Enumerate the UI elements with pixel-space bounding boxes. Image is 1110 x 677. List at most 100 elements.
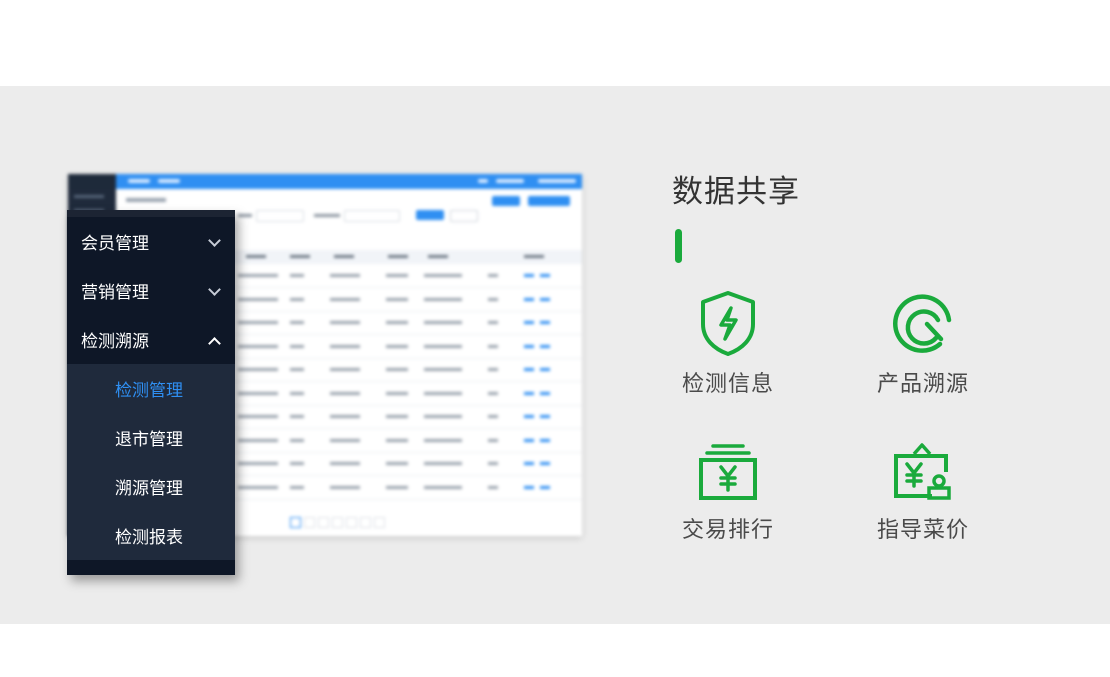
screenshot-column-header bbox=[388, 255, 408, 258]
chevron-down-icon bbox=[208, 283, 221, 296]
screenshot-cell bbox=[386, 462, 408, 465]
screenshot-filter-field bbox=[344, 210, 400, 222]
screenshot-cell bbox=[238, 344, 278, 348]
screenshot-cell bbox=[238, 391, 278, 395]
screenshot-cell bbox=[488, 344, 498, 348]
screenshot-row-link bbox=[540, 274, 550, 277]
screenshot-cell bbox=[290, 438, 304, 442]
screenshot-cell bbox=[488, 297, 498, 301]
screenshot-topbar-item bbox=[478, 179, 488, 183]
screenshot-row-link bbox=[524, 391, 534, 395]
screenshot-cell bbox=[386, 297, 408, 301]
menu-item-marketing[interactable]: 营销管理 bbox=[67, 266, 235, 315]
menu-footer bbox=[67, 560, 235, 575]
menu-item-label: 检测溯源 bbox=[81, 332, 149, 352]
screenshot-cell bbox=[290, 274, 304, 277]
screenshot-row-link bbox=[524, 415, 534, 418]
submenu-item-delisting-management[interactable]: 退市管理 bbox=[67, 413, 235, 462]
screenshot-cell bbox=[330, 485, 360, 489]
screenshot-cell bbox=[290, 297, 304, 301]
screenshot-row-link bbox=[540, 485, 550, 489]
screenshot-cell bbox=[386, 321, 408, 324]
screenshot-cell bbox=[290, 368, 304, 371]
screenshot-cell bbox=[330, 415, 360, 418]
screenshot-row-link bbox=[540, 438, 550, 442]
title-accent-bar bbox=[675, 229, 682, 263]
screenshot-cell bbox=[238, 438, 278, 442]
screenshot-page bbox=[360, 517, 371, 528]
screenshot-cell bbox=[488, 462, 498, 465]
screenshot-cell bbox=[238, 274, 278, 277]
screenshot-cell bbox=[238, 321, 278, 324]
screenshot-cell bbox=[386, 391, 408, 395]
screenshot-page bbox=[304, 517, 315, 528]
screenshot-cell bbox=[386, 344, 408, 348]
feature-label: 交易排行 bbox=[681, 518, 774, 543]
screenshot-topbar-item bbox=[538, 179, 576, 183]
menu-item-label: 营销管理 bbox=[81, 283, 149, 303]
screenshot-cell bbox=[386, 368, 408, 371]
submenu-item-trace-management[interactable]: 溯源管理 bbox=[67, 462, 235, 511]
screenshot-cell bbox=[238, 485, 278, 489]
screenshot-cell bbox=[330, 368, 360, 371]
screenshot-cell bbox=[424, 391, 462, 395]
submenu-item-label: 溯源管理 bbox=[115, 479, 183, 499]
price-bag-icon bbox=[894, 443, 951, 500]
screenshot-cell bbox=[424, 462, 462, 465]
sidebar-menu: 会员管理 营销管理 检测溯源 检测管理 退市管理 溯源管理 检测报表 bbox=[67, 210, 235, 575]
screenshot-cell bbox=[330, 321, 360, 324]
screenshot-page bbox=[332, 517, 343, 528]
screenshot-nav-line bbox=[74, 195, 104, 198]
menu-item-inspection-trace[interactable]: 检测溯源 bbox=[67, 315, 235, 364]
submenu-item-inspection-report[interactable]: 检测报表 bbox=[67, 511, 235, 560]
screenshot-row-link bbox=[524, 368, 534, 371]
screenshot-cell bbox=[330, 462, 360, 465]
screenshot-row-link bbox=[524, 438, 534, 442]
screenshot-cell bbox=[290, 391, 304, 395]
screenshot-cell bbox=[386, 438, 408, 442]
screenshot-page bbox=[318, 517, 329, 528]
screenshot-column-header bbox=[246, 255, 266, 258]
screenshot-row-link bbox=[540, 415, 550, 418]
screenshot-button bbox=[450, 210, 478, 222]
screenshot-column-header bbox=[334, 255, 354, 258]
screenshot-button bbox=[416, 210, 444, 220]
screenshot-cell bbox=[386, 415, 408, 418]
screenshot-cell bbox=[238, 415, 278, 418]
menu-item-label: 会员管理 bbox=[81, 234, 149, 254]
screenshot-row-link bbox=[524, 344, 534, 348]
feature-trade-ranking: 交易排行 bbox=[658, 442, 798, 544]
screenshot-row-link bbox=[524, 297, 534, 301]
menu-item-member[interactable]: 会员管理 bbox=[67, 217, 235, 266]
feature-price-guidance: 指导菜价 bbox=[853, 442, 993, 544]
screenshot-cell bbox=[488, 368, 498, 371]
submenu-item-label: 检测报表 bbox=[115, 528, 183, 548]
screenshot-cell bbox=[330, 438, 360, 442]
submenu-item-label: 检测管理 bbox=[115, 381, 183, 401]
shield-bolt-icon bbox=[701, 291, 755, 356]
screenshot-cell bbox=[488, 415, 498, 418]
submenu-item-inspection-management[interactable]: 检测管理 bbox=[67, 364, 235, 413]
screenshot-topbar-item bbox=[496, 179, 524, 183]
screenshot-row-link bbox=[540, 344, 550, 348]
screenshot-cell bbox=[290, 321, 304, 324]
screenshot-cell bbox=[386, 485, 408, 489]
screenshot-cell bbox=[488, 391, 498, 395]
screenshot-column-header bbox=[524, 255, 544, 258]
screenshot-filter-label bbox=[314, 214, 340, 217]
screenshot-column-header bbox=[428, 255, 448, 258]
screenshot-filter-label bbox=[238, 214, 252, 217]
submenu-item-label: 退市管理 bbox=[115, 430, 183, 450]
screenshot-breadcrumb bbox=[126, 198, 166, 202]
screenshot-cell bbox=[330, 297, 360, 301]
chevron-down-icon bbox=[208, 234, 221, 247]
screenshot-cell bbox=[386, 274, 408, 277]
screenshot-row-link bbox=[540, 321, 550, 324]
screenshot-cell bbox=[330, 344, 360, 348]
screenshot-cell bbox=[330, 274, 360, 277]
screenshot-cell bbox=[424, 321, 462, 324]
screenshot-cell bbox=[238, 297, 278, 301]
screenshot-page bbox=[374, 517, 385, 528]
screenshot-row-link bbox=[540, 297, 550, 301]
screenshot-tab bbox=[128, 179, 150, 183]
